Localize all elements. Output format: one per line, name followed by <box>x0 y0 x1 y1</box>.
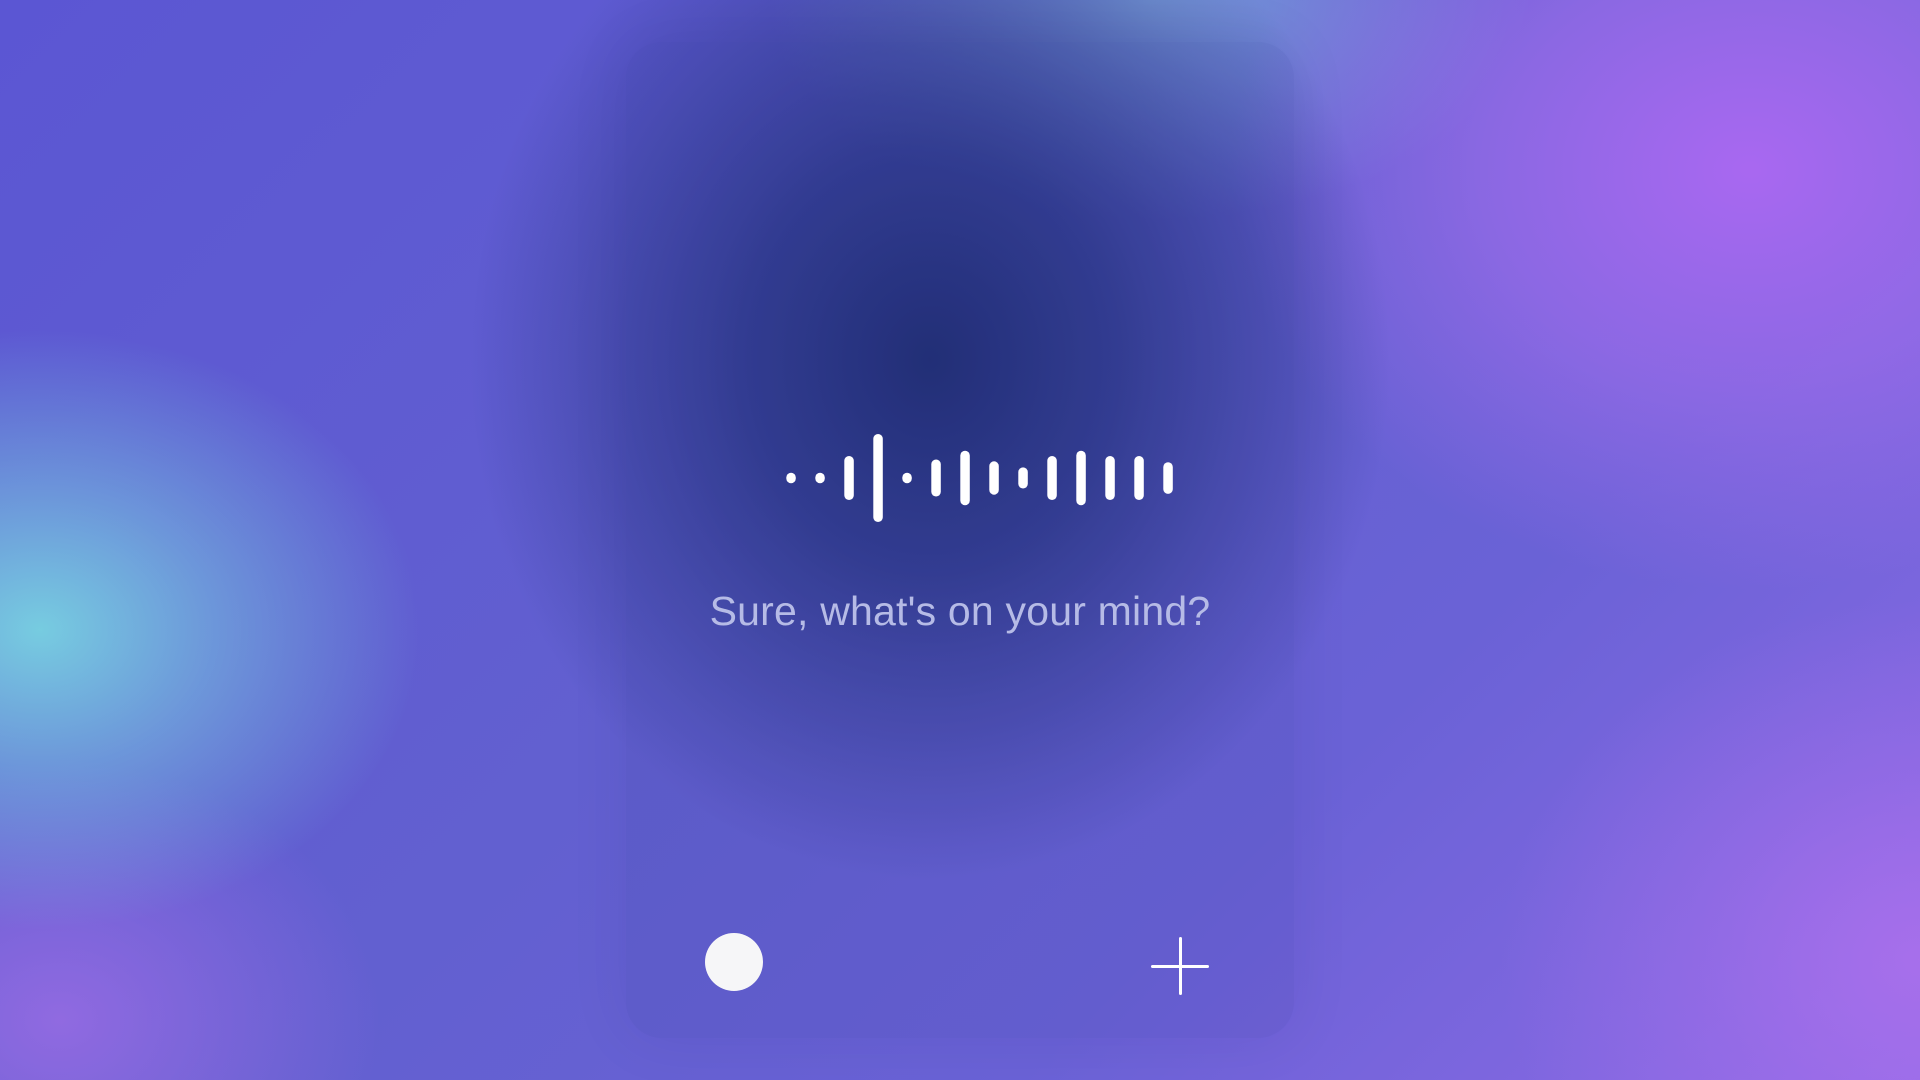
assistant-prompt-text: Sure, what's on your mind? <box>709 588 1211 634</box>
add-button[interactable] <box>1148 934 1212 998</box>
assistant-panel <box>626 42 1294 1038</box>
record-button[interactable] <box>705 933 763 991</box>
